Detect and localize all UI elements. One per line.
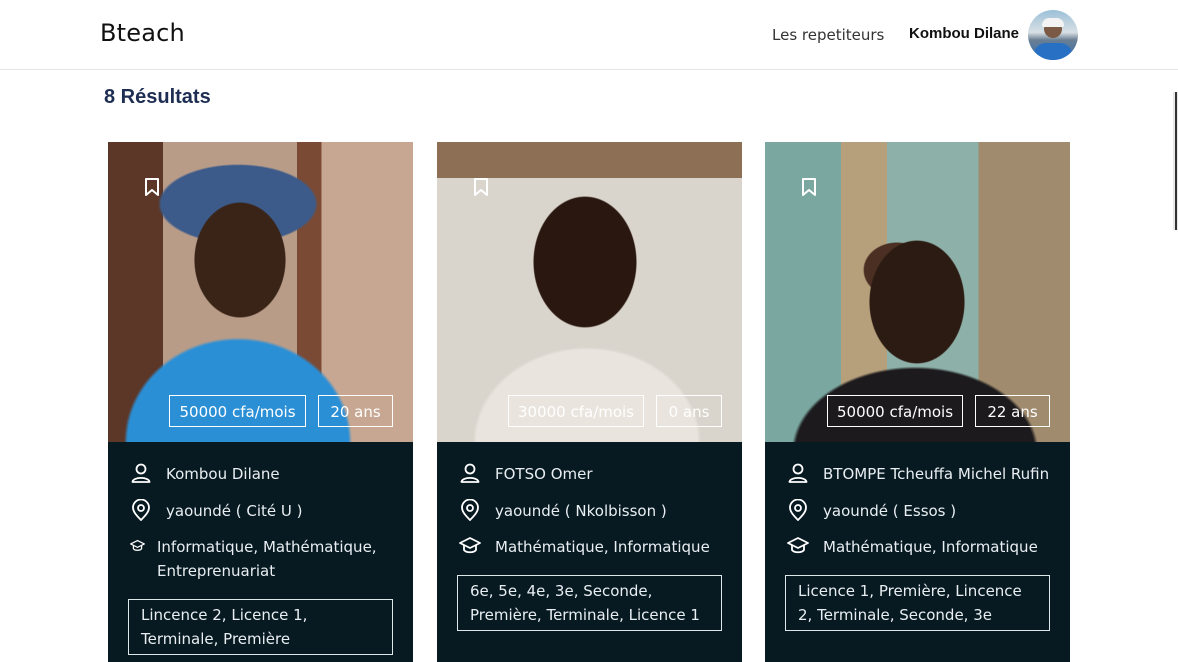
tutor-name: FOTSO Omer	[495, 465, 593, 483]
page-scrollbar[interactable]	[1173, 92, 1178, 230]
scrollbar-thumb[interactable]	[1175, 92, 1177, 230]
tutor-card[interactable]: 50000 cfa/mois 20 ans Kombou Dilane yaou…	[108, 142, 413, 662]
tutor-levels: 6e, 5e, 4e, 3e, Seconde, Première, Termi…	[457, 575, 722, 631]
price-tag: 50000 cfa/mois	[169, 395, 306, 427]
location-pin-icon	[132, 499, 150, 521]
person-icon	[460, 463, 480, 483]
graduation-cap-icon	[787, 537, 809, 554]
bookmark-icon[interactable]	[144, 178, 160, 196]
tutor-name-row: BTOMPE Tcheuffa Michel Rufin	[787, 462, 1049, 486]
user-avatar[interactable]	[1028, 10, 1078, 60]
price-tag: 30000 cfa/mois	[508, 395, 644, 427]
avatar-cap	[1042, 18, 1064, 27]
tutor-location-row: yaoundé ( Nkolbisson )	[459, 499, 667, 523]
tutor-photo: 30000 cfa/mois 0 ans	[437, 142, 742, 442]
tutor-name-row: Kombou Dilane	[130, 462, 280, 486]
tutor-card[interactable]: 50000 cfa/mois 22 ans BTOMPE Tcheuffa Mi…	[765, 142, 1070, 662]
tutor-location: yaoundé ( Essos )	[823, 502, 957, 520]
tutor-card[interactable]: 30000 cfa/mois 0 ans FOTSO Omer yaoundé …	[437, 142, 742, 662]
tutor-subjects-row: Mathématique, Informatique	[459, 535, 710, 559]
graduation-cap-icon	[130, 539, 145, 551]
person-icon	[788, 463, 808, 483]
tutor-levels: Lincence 2, Licence 1, Terminale, Premiè…	[128, 599, 393, 655]
brand-logo[interactable]: Bteach	[100, 19, 185, 47]
age-tag: 20 ans	[318, 395, 393, 427]
avatar-shirt	[1034, 43, 1072, 60]
tutor-location-row: yaoundé ( Essos )	[787, 499, 956, 523]
tutor-subjects: Mathématique, Informatique	[495, 538, 710, 556]
nav-link-repetiteurs[interactable]: Les repetiteurs	[772, 26, 884, 44]
person-icon	[131, 463, 151, 483]
tutor-subjects: Mathématique, Informatique	[823, 538, 1038, 556]
price-tag: 50000 cfa/mois	[827, 395, 963, 427]
bookmark-icon[interactable]	[473, 178, 489, 196]
tutor-photo: 50000 cfa/mois 22 ans	[765, 142, 1070, 442]
tutor-location-row: yaoundé ( Cité U )	[130, 499, 303, 523]
tutor-subjects-row: Informatique, Mathématique, Entreprenuar…	[130, 535, 377, 583]
tutor-subjects-row: Mathématique, Informatique	[787, 535, 1038, 559]
bookmark-icon[interactable]	[801, 178, 817, 196]
age-tag: 22 ans	[975, 395, 1050, 427]
results-count: 8 Résultats	[104, 86, 211, 108]
top-header: Bteach Les repetiteurs Kombou Dilane	[0, 0, 1178, 70]
graduation-cap-icon	[459, 537, 481, 554]
tutor-location: yaoundé ( Cité U )	[166, 502, 303, 520]
age-tag: 0 ans	[656, 395, 722, 427]
tutor-name-row: FOTSO Omer	[459, 462, 593, 486]
location-pin-icon	[461, 499, 479, 521]
tutor-name: BTOMPE Tcheuffa Michel Rufin	[823, 465, 1050, 483]
tutor-name: Kombou Dilane	[166, 465, 280, 483]
location-pin-icon	[789, 499, 807, 521]
tutor-photo: 50000 cfa/mois 20 ans	[108, 142, 413, 442]
tutor-location: yaoundé ( Nkolbisson )	[495, 502, 667, 520]
user-name[interactable]: Kombou Dilane	[909, 25, 1019, 42]
tutor-levels: Licence 1, Première, Lincence 2, Termina…	[785, 575, 1050, 631]
tutor-subjects: Informatique, Mathématique, Entreprenuar…	[157, 538, 377, 580]
